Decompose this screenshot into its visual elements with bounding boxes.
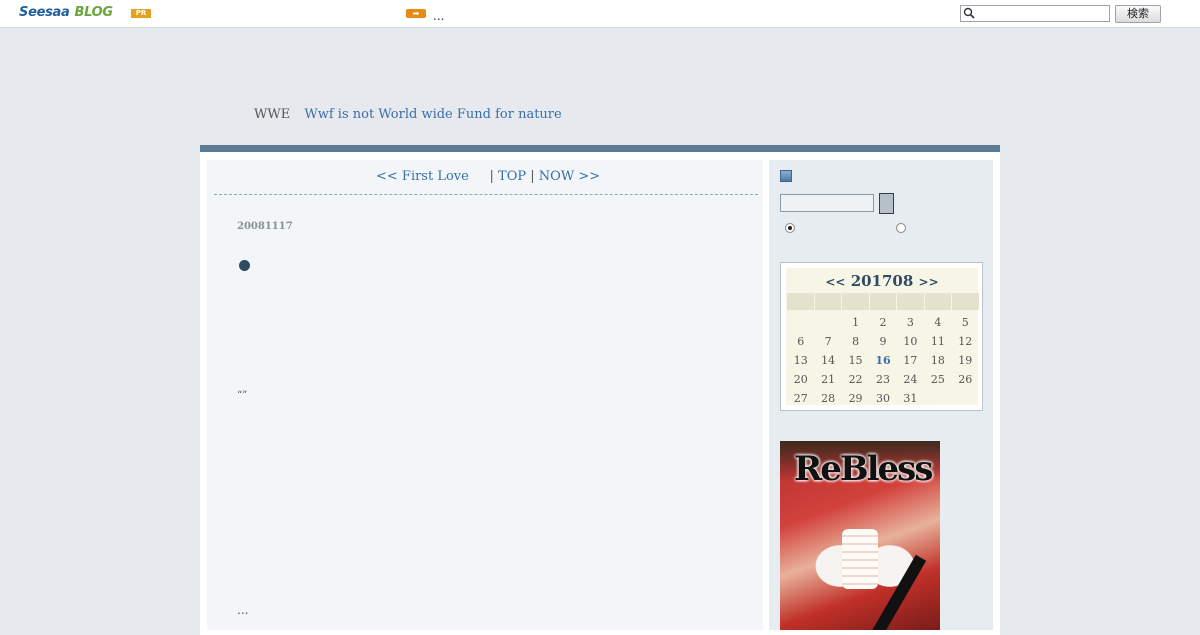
calendar-header: << 201708 >>: [786, 272, 978, 290]
search-input[interactable]: [960, 5, 1110, 22]
calendar-day: 12: [958, 335, 973, 348]
nav-divider: [214, 194, 758, 195]
calendar-weekday: [787, 293, 814, 310]
calendar-day: 19: [958, 354, 973, 367]
search-scope-radio[interactable]: [896, 223, 906, 233]
nav-separator: |: [530, 169, 535, 184]
post-date: 20081117: [237, 221, 293, 232]
calendar-day: 6: [797, 335, 805, 348]
prev-post-link[interactable]: << First Love: [376, 169, 469, 184]
logo-brand: Seesaa: [19, 5, 70, 20]
calendar-day: 21: [821, 373, 836, 386]
post-ellipsis: ...: [237, 603, 249, 617]
calendar-day: 26: [958, 373, 973, 386]
ad-title: ReBless: [794, 449, 933, 489]
calendar-day: 24: [903, 373, 918, 386]
calendar-day: [814, 313, 841, 332]
calendar-day: 23: [875, 373, 890, 386]
search-icon: [963, 7, 975, 19]
calendar-day: 11: [930, 335, 945, 348]
calendar-day: [787, 313, 814, 332]
blog-title[interactable]: WWE: [254, 107, 290, 122]
calendar-day: 20: [793, 373, 808, 386]
calendar-weekday: [842, 293, 869, 310]
pr-badge[interactable]: PR: [131, 9, 151, 18]
calendar-day: 25: [930, 373, 945, 386]
calendar: << 201708 >> 1 2 3 4 5 6 7 8 9 10 11 12 13 14 15 16 17 18…: [780, 262, 983, 411]
ad-banner-image[interactable]: ReBless: [780, 441, 940, 630]
blog-search-button[interactable]: [879, 193, 894, 214]
calendar-day: 5: [961, 316, 969, 329]
calendar-day: 13: [793, 354, 808, 367]
calendar-weekday: [897, 293, 924, 310]
calendar-day: [924, 389, 951, 408]
calendar-day: 3: [906, 316, 914, 329]
blog-search-input[interactable]: [780, 194, 874, 212]
next-post-link[interactable]: NOW >>: [539, 169, 600, 184]
search-section-icon: [780, 170, 792, 182]
ad-frills: [842, 529, 878, 589]
calendar-day: 18: [930, 354, 945, 367]
calendar-day: 1: [852, 316, 860, 329]
calendar-next-link[interactable]: >>: [919, 275, 939, 289]
calendar-days: 1 2 3 4 5 6 7 8 9 10 11 12 13 14 15 16 17 18 19 20 21 22 23 24 2…: [787, 313, 979, 408]
calendar-day: 14: [821, 354, 836, 367]
search-button[interactable]: 検索: [1115, 5, 1161, 23]
bullet-icon: [239, 260, 250, 271]
calendar-day: 15: [848, 354, 863, 367]
calendar-day: 10: [903, 335, 918, 348]
calendar-weekday: [869, 293, 897, 310]
calendar-prev-link[interactable]: <<: [825, 275, 845, 289]
calendar-day: 2: [879, 316, 887, 329]
calendar-weekday: [814, 293, 842, 310]
calendar-day: 7: [824, 335, 832, 348]
top-link[interactable]: TOP: [498, 169, 526, 184]
calendar-weekday: [924, 293, 952, 310]
calendar-day: 27: [793, 392, 808, 405]
calendar-day: [952, 389, 979, 408]
calendar-day: 30: [875, 392, 890, 405]
seesaa-blog-logo[interactable]: Seesaa BLOG: [19, 5, 113, 20]
blog-header: WWE Wwf is not World wide Fund for natur…: [254, 107, 562, 122]
calendar-month: 201708: [850, 272, 914, 290]
calendar-weekday: [952, 293, 980, 310]
calendar-day-today[interactable]: 16: [869, 351, 896, 370]
calendar-day: 31: [903, 392, 918, 405]
logo-product: BLOG: [74, 5, 113, 20]
blog-description[interactable]: Wwf is not World wide Fund for nature: [304, 107, 561, 122]
arrow-right-icon[interactable]: ➡: [406, 9, 426, 18]
calendar-body: << 201708 >> 1 2 3 4 5 6 7 8 9 10 11 12 13 14 15 16 17 18…: [786, 268, 980, 408]
top-ellipsis-link[interactable]: ...: [433, 9, 444, 23]
calendar-day: 8: [852, 335, 860, 348]
calendar-day: 17: [903, 354, 918, 367]
calendar-day: 9: [879, 335, 887, 348]
calendar-day: 28: [821, 392, 836, 405]
calendar-day: 4: [934, 316, 942, 329]
calendar-weekday-row: [787, 293, 980, 310]
search-scope-radio-selected[interactable]: [785, 223, 795, 233]
post-quote-marks: “”: [237, 390, 248, 401]
calendar-day: 22: [848, 373, 863, 386]
post-navigation: << First Love | TOP | NOW >>: [376, 169, 600, 184]
calendar-day: 29: [848, 392, 863, 405]
nav-separator: |: [489, 169, 494, 184]
